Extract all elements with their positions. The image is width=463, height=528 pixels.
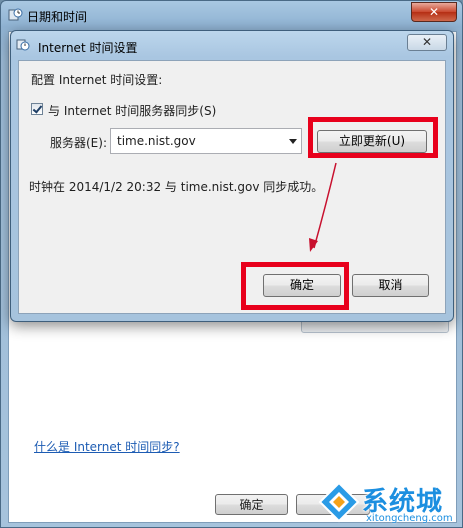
close-icon[interactable]: ✕ bbox=[407, 34, 447, 51]
highlight-update-button bbox=[308, 117, 438, 158]
dropdown-arrow-icon[interactable] bbox=[289, 139, 297, 144]
watermark-logo-icon bbox=[318, 481, 360, 523]
sync-status-text: 时钟在 2014/1/2 20:32 与 time.nist.gov 同步成功。 bbox=[29, 180, 324, 194]
dialog-content: 配置 Internet 时间设置: 与 Internet 时间服务器同步(S) … bbox=[17, 60, 445, 314]
what-is-sync-link[interactable]: 什么是 Internet 时间同步? bbox=[34, 438, 180, 455]
dialog-heading: 配置 Internet 时间设置: bbox=[31, 73, 163, 87]
close-icon[interactable]: ✕ bbox=[411, 2, 457, 22]
server-label: 服务器(E): bbox=[50, 136, 107, 150]
clock-globe-icon bbox=[8, 8, 23, 21]
window-title: 日期和时间 bbox=[27, 10, 88, 24]
dialog-title: Internet 时间设置 bbox=[38, 41, 138, 55]
outer-ok-button[interactable]: 确定 bbox=[215, 494, 288, 515]
watermark: 系统城 xitongcheng.com bbox=[316, 477, 461, 527]
server-combobox[interactable]: time.nist.gov bbox=[110, 128, 302, 154]
network-clock-icon bbox=[16, 39, 30, 51]
sync-checkbox[interactable] bbox=[31, 103, 43, 115]
watermark-url: xitongcheng.com bbox=[366, 513, 453, 524]
highlight-ok-button bbox=[241, 262, 349, 310]
sync-checkbox-label[interactable]: 与 Internet 时间服务器同步(S) bbox=[48, 102, 216, 119]
server-value: time.nist.gov bbox=[117, 134, 196, 148]
cancel-button[interactable]: 取消 bbox=[352, 274, 429, 297]
